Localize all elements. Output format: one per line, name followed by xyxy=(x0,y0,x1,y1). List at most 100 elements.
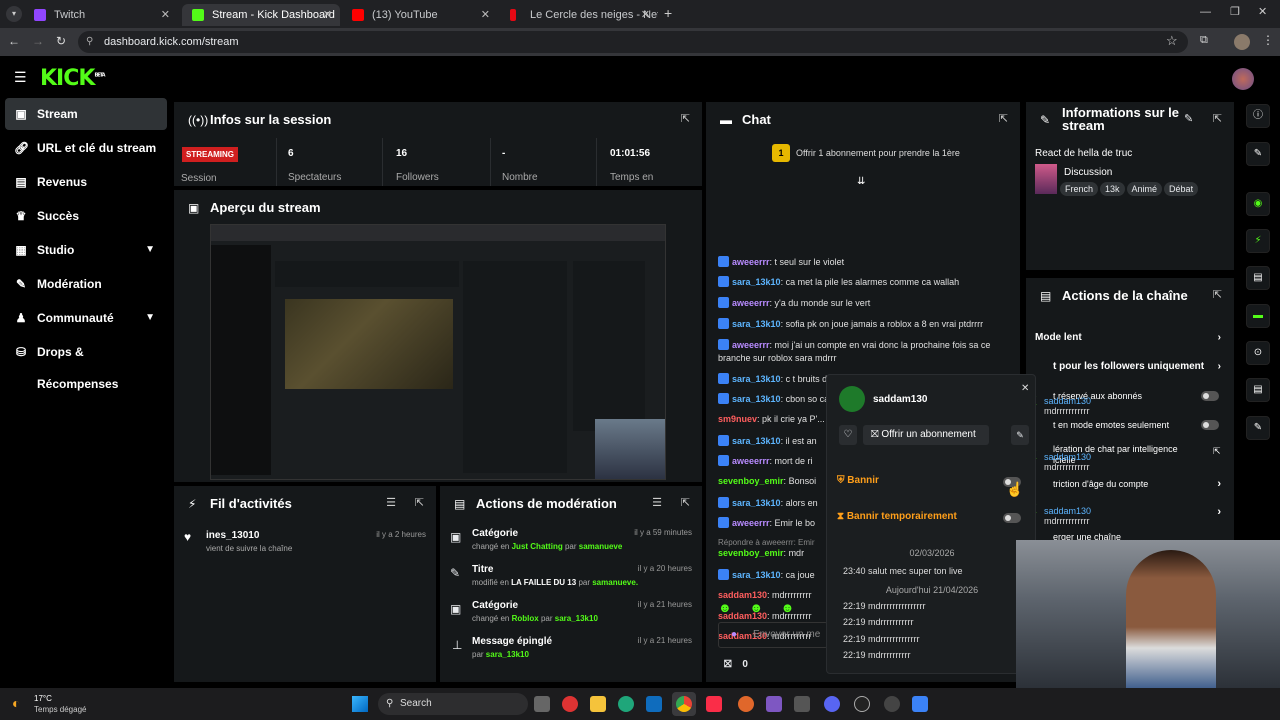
popout-icon[interactable]: ⇱ xyxy=(1213,112,1222,125)
popout-icon[interactable]: ⇱ xyxy=(681,112,690,125)
chat-username[interactable]: aweeerrr xyxy=(732,518,770,528)
ban-row[interactable]: ⛨ Bannir xyxy=(837,475,1027,495)
browser-tab-active[interactable]: Stream - Kick Dashboard ✕ xyxy=(182,4,340,26)
document-icon[interactable]: ▤ xyxy=(1246,266,1270,290)
chat-username[interactable]: aweeerrr xyxy=(732,340,770,350)
restore-icon[interactable]: ❐ xyxy=(1230,5,1240,18)
wrench-icon[interactable]: ✎ xyxy=(1246,416,1270,440)
popout-icon[interactable]: ⇱ xyxy=(681,496,690,509)
chat-username[interactable]: saddam130 xyxy=(718,590,767,600)
filter-icon[interactable]: ☰ xyxy=(386,496,396,509)
emote-icon[interactable]: ☻ xyxy=(749,600,763,615)
windows-start-icon[interactable] xyxy=(352,696,368,712)
app-icon[interactable] xyxy=(766,696,782,712)
chat-username[interactable]: aweeerrr xyxy=(732,298,770,308)
browser-tab[interactable]: Le Cercle des neiges - Netflix ✕ xyxy=(500,4,658,26)
age-restriction-row[interactable]: triction d'âge du compte › xyxy=(1035,478,1225,490)
emote-icon[interactable]: ☻ xyxy=(781,600,795,615)
followers-only-row[interactable]: t pour les followers uniquement › xyxy=(1035,361,1225,372)
emote-only-row[interactable]: t en mode emotes seulement xyxy=(1035,420,1225,430)
chat-input[interactable]: ● Envoyer un me xyxy=(718,622,828,648)
sidebar-item-achievements[interactable]: ♛ Succès xyxy=(5,200,167,232)
gift-subscription-button[interactable]: ⛝ Offrir un abonnement xyxy=(863,425,989,445)
sidebar-item-moderation[interactable]: ✎ Modération xyxy=(5,268,167,300)
tag[interactable]: Animé xyxy=(1126,182,1163,196)
tab-list-chevron-icon[interactable]: ▾ xyxy=(6,6,22,22)
file-explorer-icon[interactable] xyxy=(590,696,606,712)
chrome-icon-active[interactable] xyxy=(672,692,696,716)
timeout-toggle[interactable] xyxy=(1003,513,1021,523)
chat-username[interactable]: sara_13k10 xyxy=(732,319,781,329)
chat-username[interactable]: sevenboy_emir xyxy=(718,476,784,486)
pencil-icon[interactable]: ✎ xyxy=(1246,142,1270,166)
reload-icon[interactable]: ↻ xyxy=(56,34,66,48)
browser-tab[interactable]: Twitch ✕ xyxy=(24,4,178,26)
chat-username[interactable]: aweeerrr xyxy=(732,456,770,466)
microphone-icon[interactable]: ● xyxy=(731,623,737,647)
camera-icon[interactable]: ◉ xyxy=(1246,192,1270,216)
sidebar-item-drops[interactable]: ⛁ Drops & Récompenses xyxy=(5,336,167,391)
bookmark-star-icon[interactable]: ☆ xyxy=(1166,33,1178,49)
close-tab-icon[interactable]: ✕ xyxy=(323,4,332,26)
music-icon[interactable] xyxy=(706,696,722,712)
gift-icon[interactable]: ⛝ xyxy=(724,659,732,670)
scroll-down-icon[interactable]: ⇊ xyxy=(857,176,865,187)
new-tab-plus-icon[interactable]: + xyxy=(664,5,672,21)
chat-username[interactable]: aweeerrr xyxy=(732,257,770,267)
discord-icon[interactable] xyxy=(824,696,840,712)
timeout-row[interactable]: ⧗ Bannir temporairement xyxy=(837,511,1027,531)
taskbar-search[interactable]: ⚲ Search xyxy=(378,693,528,715)
extensions-icon[interactable]: ⧉ xyxy=(1200,34,1208,47)
popup-username[interactable]: saddam130 xyxy=(873,394,927,405)
close-tab-icon[interactable]: ✕ xyxy=(641,4,650,26)
actions-icon[interactable]: ▤ xyxy=(1246,378,1270,402)
chat-username[interactable]: sara_13k10 xyxy=(732,394,781,404)
app-icon[interactable] xyxy=(562,696,578,712)
chat-username[interactable]: sara_13k10 xyxy=(732,570,781,580)
url-field[interactable]: ⚲ dashboard.kick.com/stream xyxy=(78,31,1188,53)
browser-menu-icon[interactable]: ⋮ xyxy=(1262,33,1274,47)
app-icon[interactable] xyxy=(854,696,870,712)
kick-logo[interactable]: KICKBETA xyxy=(40,66,106,91)
sidebar-item-revenue[interactable]: ▤ Revenus xyxy=(5,166,167,198)
slow-mode-row[interactable]: Mode lent › xyxy=(1035,332,1225,343)
chat-username[interactable]: sara_13k10 xyxy=(732,498,781,508)
edit-pencil-icon[interactable]: ✎ xyxy=(1184,112,1193,125)
forward-arrow-icon[interactable]: → xyxy=(32,34,44,48)
close-window-icon[interactable]: ✕ xyxy=(1258,5,1267,18)
gift-sub-banner[interactable]: 1 Offrir 1 abonnement pour prendre la 1èr… xyxy=(772,144,972,162)
chat-username[interactable]: sara_13k10 xyxy=(732,436,781,446)
sidebar-item-community[interactable]: ♟ Communauté ▼ xyxy=(5,302,167,334)
popout-icon[interactable]: ⇱ xyxy=(1213,288,1222,301)
filter-icon[interactable]: ☰ xyxy=(652,496,662,509)
emote-icon[interactable]: ☻ xyxy=(718,600,732,615)
lightning-icon[interactable]: ⚡︎ xyxy=(1246,229,1270,253)
browser-tab[interactable]: (13) YouTube ✕ xyxy=(342,4,498,26)
site-info-icon[interactable]: ⚲ xyxy=(86,31,93,53)
close-tab-icon[interactable]: ✕ xyxy=(161,4,170,26)
chat-username[interactable]: sm9nuev xyxy=(718,414,757,424)
broadcast-icon[interactable]: ⊙ xyxy=(1246,341,1270,365)
mail-icon[interactable] xyxy=(646,696,662,712)
weather-icon[interactable]: ◐ xyxy=(12,695,20,711)
task-view-icon[interactable] xyxy=(534,696,550,712)
tag[interactable]: 13k xyxy=(1100,182,1125,196)
subscribers-only-toggle[interactable] xyxy=(1201,391,1219,401)
app-icon[interactable] xyxy=(884,696,900,712)
follow-heart-button[interactable]: ♡ xyxy=(839,425,857,445)
chat-username[interactable]: sara_13k10 xyxy=(732,277,781,287)
profile-avatar[interactable] xyxy=(1234,34,1250,50)
back-arrow-icon[interactable]: ← xyxy=(8,34,20,48)
user-avatar[interactable] xyxy=(1232,68,1254,90)
hamburger-menu-icon[interactable]: ☰ xyxy=(14,69,27,86)
info-icon[interactable]: ⓘ xyxy=(1246,104,1270,128)
tag[interactable]: Débat xyxy=(1164,182,1199,196)
app-icon[interactable] xyxy=(738,696,754,712)
edge-icon[interactable] xyxy=(618,696,634,712)
sidebar-item-stream[interactable]: ▣ Stream xyxy=(5,98,167,130)
close-icon[interactable]: ✕ xyxy=(1021,383,1029,394)
sidebar-item-stream-url-key[interactable]: 🔗︎ URL et clé du stream xyxy=(5,132,167,164)
tag[interactable]: French xyxy=(1060,182,1099,196)
popout-icon[interactable]: ⇱ xyxy=(415,496,424,509)
stream-preview-video[interactable] xyxy=(210,224,666,480)
